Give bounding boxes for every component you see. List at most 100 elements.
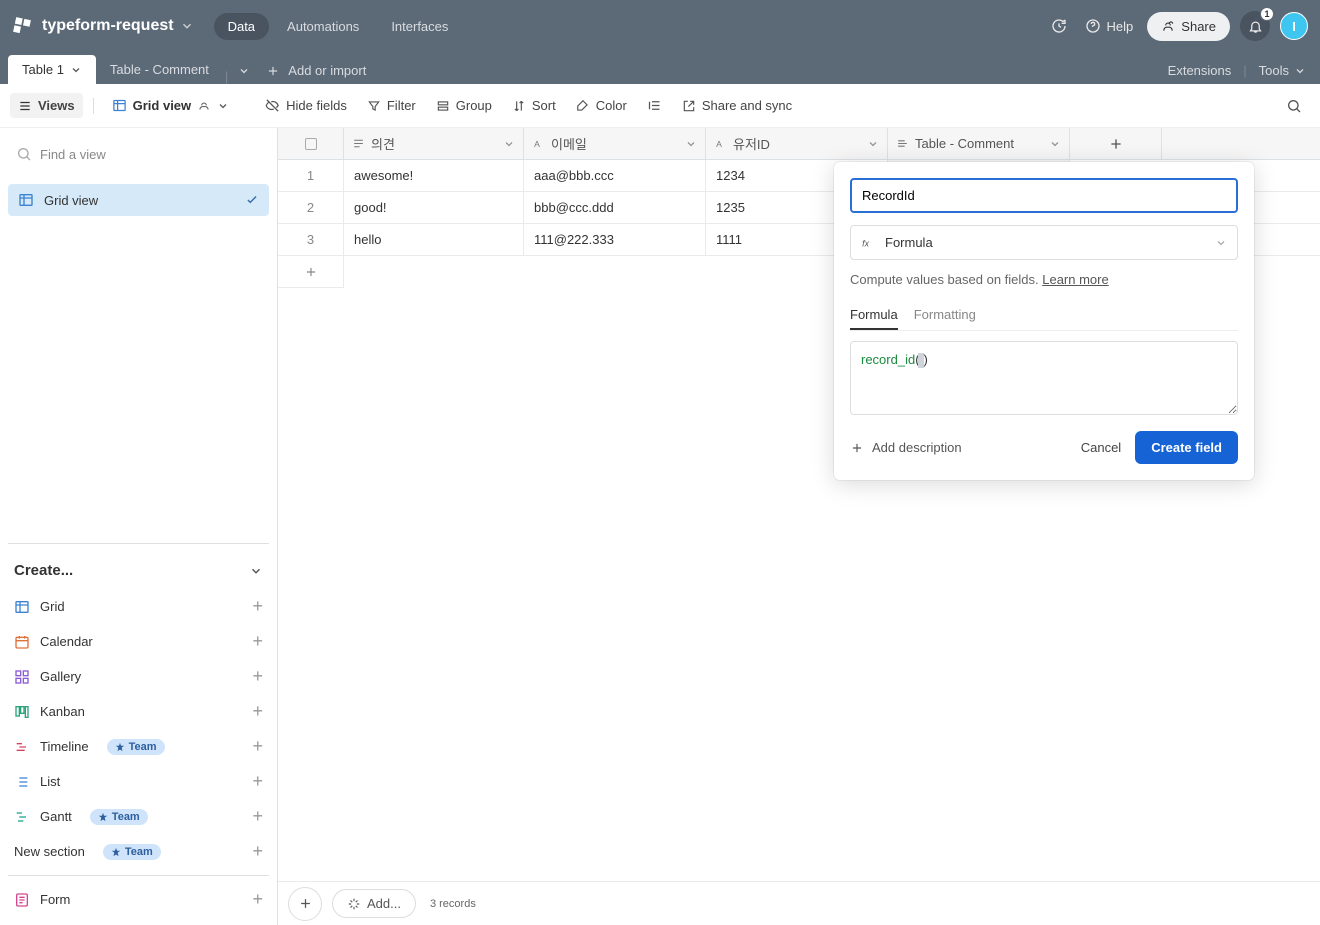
chevron-down-icon[interactable] — [685, 138, 697, 150]
cell[interactable]: aaa@bbb.ccc — [524, 160, 706, 191]
grid-footer: Add... 3 records — [278, 881, 1320, 925]
cancel-button[interactable]: Cancel — [1067, 432, 1135, 463]
chevron-down-icon[interactable] — [1049, 138, 1061, 150]
team-badge: Team — [103, 844, 161, 860]
share-button[interactable]: Share — [1147, 12, 1230, 41]
find-view-input[interactable]: Find a view — [8, 136, 269, 172]
search-button[interactable] — [1278, 93, 1310, 119]
create-item-kanban[interactable]: Kanban + — [8, 694, 269, 729]
table-tab-1[interactable]: Table 1 — [8, 55, 96, 84]
tab-formatting[interactable]: Formatting — [914, 301, 976, 330]
table-tab-dropdown[interactable] — [230, 58, 258, 84]
avatar[interactable]: I — [1280, 12, 1308, 40]
formula-editor[interactable]: record_id() — [850, 341, 1238, 415]
cell[interactable]: hello — [344, 224, 524, 255]
view-item-label: Grid view — [44, 193, 98, 208]
help-button[interactable]: Help — [1081, 14, 1138, 38]
row-height-button[interactable] — [639, 93, 670, 118]
check-icon — [245, 193, 259, 207]
filter-button[interactable]: Filter — [359, 93, 424, 118]
calendar-icon — [14, 634, 30, 650]
list-icon — [14, 774, 30, 790]
select-all-header[interactable] — [278, 128, 344, 159]
create-item-timeline[interactable]: Timeline Team + — [8, 729, 269, 764]
text-icon: A — [714, 137, 727, 150]
cell[interactable]: 111@222.333 — [524, 224, 706, 255]
nav-tab-data[interactable]: Data — [214, 13, 269, 40]
logo-icon[interactable] — [12, 16, 32, 36]
nav-tab-automations[interactable]: Automations — [273, 13, 373, 40]
main: Find a view Grid view Create... Grid + — [0, 128, 1320, 925]
grid-header-row: 의견 A 이메일 A 유저ID Table - Comment — [278, 128, 1320, 160]
row-number[interactable]: 3 — [278, 224, 344, 255]
plus-icon: + — [252, 701, 263, 722]
nav-tab-interfaces[interactable]: Interfaces — [377, 13, 462, 40]
table-tab-2[interactable]: Table - Comment — [96, 55, 223, 84]
create-field-popover: fx Formula Compute values based on field… — [834, 162, 1254, 480]
link-icon — [896, 137, 909, 150]
create-header[interactable]: Create... — [8, 556, 269, 589]
base-name[interactable]: typeform-request — [42, 17, 174, 35]
field-name-input[interactable] — [850, 178, 1238, 213]
chevron-down-icon[interactable] — [503, 138, 515, 150]
sort-button[interactable]: Sort — [504, 93, 564, 118]
history-icon[interactable] — [1047, 14, 1071, 38]
notifications-button[interactable]: 1 — [1240, 11, 1270, 41]
create-item-grid[interactable]: Grid + — [8, 589, 269, 624]
add-column-button[interactable] — [1070, 128, 1162, 159]
plus-icon: + — [252, 771, 263, 792]
svg-text:fx: fx — [862, 238, 869, 248]
cell[interactable]: good! — [344, 192, 524, 223]
create-section: Create... Grid + Calendar + Gallery — [8, 543, 269, 917]
chevron-down-icon[interactable] — [180, 19, 194, 33]
create-item-calendar[interactable]: Calendar + — [8, 624, 269, 659]
color-button[interactable]: Color — [568, 93, 635, 118]
timeline-icon — [14, 739, 30, 755]
create-item-new-section[interactable]: New section Team + — [8, 834, 269, 869]
learn-more-link[interactable]: Learn more — [1042, 272, 1108, 287]
help-label: Help — [1107, 19, 1134, 34]
footer-add-menu[interactable]: Add... — [332, 889, 416, 918]
text-icon: A — [532, 137, 545, 150]
share-sync-button[interactable]: Share and sync — [674, 93, 800, 118]
hide-fields-button[interactable]: Hide fields — [257, 93, 355, 118]
svg-text:A: A — [534, 139, 540, 149]
team-badge: Team — [107, 739, 165, 755]
row-number[interactable]: 1 — [278, 160, 344, 191]
views-sidebar: Find a view Grid view Create... Grid + — [0, 128, 278, 925]
field-type-select[interactable]: fx Formula — [850, 225, 1238, 260]
plus-icon: + — [252, 596, 263, 617]
create-field-button[interactable]: Create field — [1135, 431, 1238, 464]
column-header-2[interactable]: A 이메일 — [524, 128, 706, 159]
tools-button[interactable]: Tools — [1259, 63, 1306, 78]
create-item-form[interactable]: Form + — [8, 882, 269, 917]
plus-icon: + — [252, 666, 263, 687]
add-row-button[interactable] — [278, 256, 344, 288]
team-badge: Team — [90, 809, 148, 825]
current-view-button[interactable]: Grid view — [104, 93, 238, 118]
cell[interactable]: awesome! — [344, 160, 524, 191]
plus-icon — [1108, 136, 1124, 152]
add-description-button[interactable]: Add description — [850, 440, 962, 455]
chevron-down-icon — [1215, 237, 1227, 249]
plus-icon — [850, 441, 864, 455]
cell[interactable]: bbb@ccc.ddd — [524, 192, 706, 223]
view-item-grid[interactable]: Grid view — [8, 184, 269, 216]
create-item-gantt[interactable]: Gantt Team + — [8, 799, 269, 834]
views-toggle[interactable]: Views — [10, 93, 83, 118]
chevron-down-icon[interactable] — [867, 138, 879, 150]
column-header-4[interactable]: Table - Comment — [888, 128, 1070, 159]
plus-icon: + — [252, 841, 263, 862]
create-item-list[interactable]: List + — [8, 764, 269, 799]
group-button[interactable]: Group — [428, 93, 500, 118]
toolbar-separator — [93, 98, 94, 114]
row-number[interactable]: 2 — [278, 192, 344, 223]
tab-formula[interactable]: Formula — [850, 301, 898, 330]
column-header-3[interactable]: A 유저ID — [706, 128, 888, 159]
find-view-placeholder: Find a view — [40, 147, 106, 162]
extensions-button[interactable]: Extensions — [1168, 63, 1232, 78]
column-header-1[interactable]: 의견 — [344, 128, 524, 159]
add-or-import-button[interactable]: Add or import — [266, 63, 366, 84]
footer-add-button[interactable] — [288, 887, 322, 921]
create-item-gallery[interactable]: Gallery + — [8, 659, 269, 694]
